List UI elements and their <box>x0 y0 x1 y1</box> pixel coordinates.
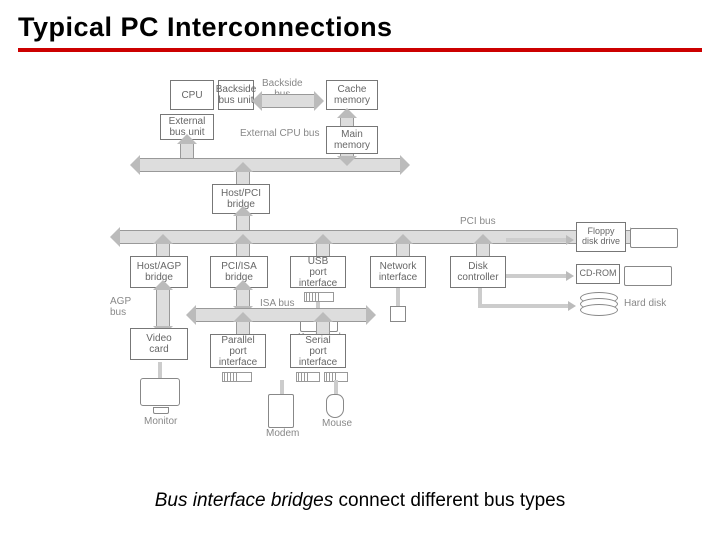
label-hdd: Hard disk <box>624 298 666 309</box>
title-rule <box>18 48 702 52</box>
bus-agpbr-v <box>156 244 170 256</box>
bus-disk-v <box>476 244 490 256</box>
bus-backside <box>262 94 314 108</box>
bus-isa <box>196 308 366 322</box>
parallel-connector-icon <box>222 372 252 382</box>
node-par: Parallel port interface <box>210 334 266 368</box>
page-title: Typical PC Interconnections <box>18 12 393 43</box>
caption-rest: connect different bus types <box>333 490 565 511</box>
node-backside-bus-unit: Backside bus unit <box>218 80 254 110</box>
bus-agp <box>156 290 170 326</box>
bus-usb-v <box>316 244 330 256</box>
label-ext-cpu-bus: External CPU bus <box>240 128 319 139</box>
node-cdrom: CD-ROM <box>576 264 620 284</box>
bus-isa-v <box>236 290 250 306</box>
node-usb: USB port interface <box>290 256 346 288</box>
caption: Bus interface bridges connect different … <box>0 490 720 512</box>
modem-icon <box>268 394 294 428</box>
node-cache: Cache memory <box>326 80 378 110</box>
label-modem: Modem <box>266 428 299 439</box>
cdrom-icon <box>624 266 672 286</box>
harddisk-icon <box>580 292 620 316</box>
slide: Typical PC Interconnections CPU Backside… <box>0 0 720 540</box>
diagram: CPU Backside bus unit Backside bus Cache… <box>100 80 670 460</box>
serial-connector1-icon <box>296 372 320 382</box>
node-cpu: CPU <box>170 80 214 110</box>
bus-pciisa-v <box>236 244 250 256</box>
bus-ext-cpu <box>140 158 400 172</box>
label-monitor: Monitor <box>144 416 177 427</box>
monitor-icon <box>140 378 182 412</box>
bus-hostpci-v2 <box>236 216 250 230</box>
node-ser: Serial port interface <box>290 334 346 368</box>
node-floppy: Floppy disk drive <box>576 222 626 252</box>
node-main-mem: Main memory <box>326 126 378 154</box>
bus-par-v <box>236 322 250 334</box>
label-mouse: Mouse <box>322 418 352 429</box>
caption-emph: Bus interface bridges <box>155 490 334 511</box>
label-pci-bus: PCI bus <box>460 216 496 227</box>
bus-net-v <box>396 244 410 256</box>
mouse-icon <box>326 394 344 418</box>
bus-ser-v <box>316 322 330 334</box>
floppy-icon <box>630 228 678 248</box>
node-net: Network interface <box>370 256 426 288</box>
node-disk-ctrl: Disk controller <box>450 256 506 288</box>
label-agp-bus: AGP bus <box>110 296 131 318</box>
nethub-icon <box>390 306 406 322</box>
usb-connector-icon <box>304 292 334 302</box>
node-video: Video card <box>130 328 188 360</box>
